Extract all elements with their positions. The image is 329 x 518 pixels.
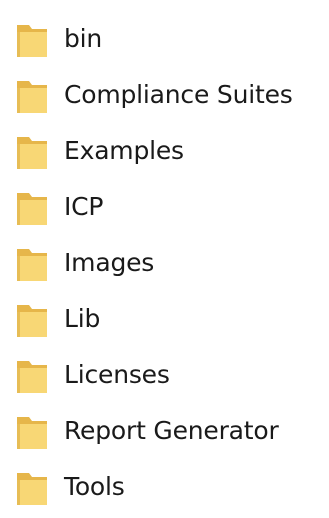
folder-icon bbox=[15, 302, 49, 340]
folder-name: Images bbox=[64, 248, 155, 277]
folder-icon bbox=[15, 358, 49, 396]
folder-item-examples[interactable]: Examples bbox=[0, 126, 329, 182]
folder-list: bin Compliance Suites Examples ICP Image… bbox=[0, 14, 329, 518]
folder-name: Report Generator bbox=[64, 416, 279, 445]
folder-name: Licenses bbox=[64, 360, 170, 389]
folder-item-lib[interactable]: Lib bbox=[0, 294, 329, 350]
folder-icon bbox=[15, 134, 49, 172]
folder-name: bin bbox=[64, 24, 103, 53]
folder-icon bbox=[15, 78, 49, 116]
folder-item-images[interactable]: Images bbox=[0, 238, 329, 294]
folder-icon bbox=[15, 246, 49, 284]
folder-name: Compliance Suites bbox=[64, 80, 293, 109]
folder-icon bbox=[15, 470, 49, 508]
folder-item-compliance-suites[interactable]: Compliance Suites bbox=[0, 70, 329, 126]
folder-name: Lib bbox=[64, 304, 101, 333]
folder-icon bbox=[15, 22, 49, 60]
folder-item-report-generator[interactable]: Report Generator bbox=[0, 406, 329, 462]
folder-name: Examples bbox=[64, 136, 184, 165]
folder-name: Tools bbox=[64, 472, 125, 501]
folder-icon bbox=[15, 414, 49, 452]
folder-item-tools[interactable]: Tools bbox=[0, 462, 329, 518]
folder-item-licenses[interactable]: Licenses bbox=[0, 350, 329, 406]
folder-item-icp[interactable]: ICP bbox=[0, 182, 329, 238]
folder-icon bbox=[15, 190, 49, 228]
folder-item-bin[interactable]: bin bbox=[0, 14, 329, 70]
folder-name: ICP bbox=[64, 192, 104, 221]
